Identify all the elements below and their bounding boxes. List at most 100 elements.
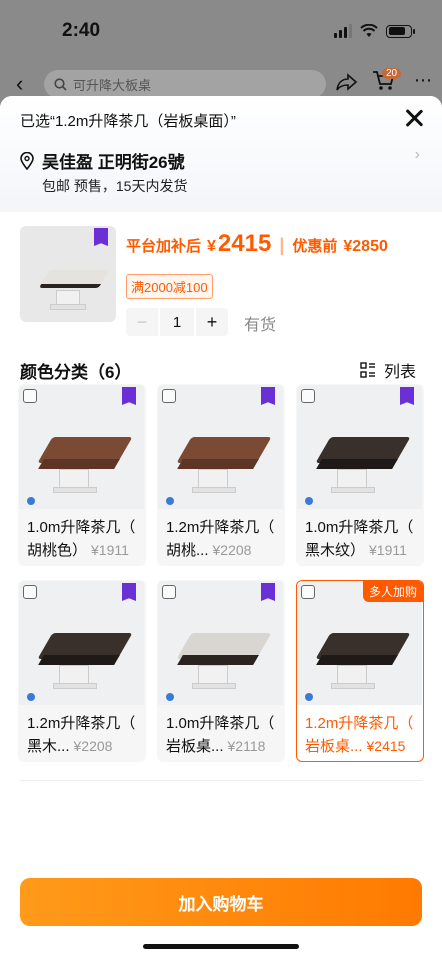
option-name-line2: 胡桃色） ¥1911 <box>27 539 129 560</box>
brand-logo-icon <box>305 693 313 701</box>
brand-badge-icon <box>122 387 136 405</box>
table-edge-shape <box>177 459 259 469</box>
brand-logo-icon <box>27 497 35 505</box>
option-name-line2: 岩板桌... ¥2415 <box>305 735 405 756</box>
zoom-icon[interactable] <box>162 585 176 599</box>
product-thumbnail[interactable] <box>20 226 116 322</box>
options-title: 颜色分类（6） <box>20 363 132 382</box>
price-value: 2415 <box>217 230 272 257</box>
option-card[interactable]: 1.0m升降茶几（ 黑木纹） ¥1911 <box>296 384 424 566</box>
table-foot-shape <box>192 487 236 493</box>
option-image <box>297 385 422 509</box>
battery-icon <box>386 24 415 38</box>
address-row[interactable]: 吴佳盈 正明街26號 <box>20 148 185 173</box>
table-edge-shape <box>316 459 398 469</box>
divider <box>20 780 422 781</box>
table-edge-shape <box>177 655 259 665</box>
list-view-toggle[interactable]: 列表 <box>360 358 416 382</box>
option-price: ¥2118 <box>227 738 266 754</box>
option-price: ¥1911 <box>369 542 407 558</box>
option-name-line2: 黑木纹） ¥1911 <box>305 539 407 560</box>
option-name: 1.0m升降茶几（ <box>166 715 275 732</box>
share-icon <box>336 73 358 91</box>
option-image <box>158 581 283 705</box>
option-card[interactable]: 1.0m升降茶几（ 岩板桌... ¥2118 <box>157 580 285 762</box>
search-icon <box>54 77 67 91</box>
table-top-shape <box>38 270 110 288</box>
brand-badge-icon <box>94 228 108 246</box>
increase-button[interactable]: + <box>196 308 228 336</box>
table-base-shape <box>59 469 89 489</box>
table-foot-shape <box>192 683 236 689</box>
option-variant: 黑木... <box>27 738 70 755</box>
promo-tag: 满2000减100 <box>126 274 213 299</box>
list-label: 列表 <box>383 364 416 381</box>
option-image <box>19 581 144 705</box>
option-card[interactable]: 1.0m升降茶几（ 胡桃色） ¥1911 <box>18 384 146 566</box>
address-text: 吴佳盈 正明街26號 <box>42 153 185 172</box>
list-icon <box>360 362 375 378</box>
background-search-bar: 可升降大板桌 <box>44 70 326 98</box>
option-card-selected[interactable]: 多人加购 1.2m升降茶几（ 岩板桌... ¥2415 <box>296 580 424 762</box>
option-price: ¥2208 <box>73 738 113 754</box>
brand-badge-icon <box>122 583 136 601</box>
location-pin-icon <box>20 151 34 170</box>
brand-badge-icon <box>261 387 275 405</box>
option-name: 1.0m升降茶几（ <box>27 519 136 536</box>
search-placeholder: 可升降大板桌 <box>73 77 152 93</box>
decrease-button[interactable]: − <box>126 308 158 336</box>
brand-logo-icon <box>166 693 174 701</box>
option-name-line2: 胡桃... ¥2208 <box>166 539 251 560</box>
original-price-value: ¥2850 <box>343 238 388 255</box>
option-name: 1.2m升降茶几（ <box>305 715 414 732</box>
zoom-icon[interactable] <box>23 585 37 599</box>
chevron-right-icon[interactable]: › <box>415 146 420 164</box>
brand-badge-icon <box>261 583 275 601</box>
option-name-line2: 黑木... ¥2208 <box>27 735 112 756</box>
table-base-shape <box>198 665 228 685</box>
back-arrow-icon: ‹ <box>16 71 24 96</box>
table-base-shape <box>198 469 228 489</box>
status-bar: 2:40 <box>0 0 442 62</box>
brand-logo-icon <box>305 497 313 505</box>
wifi-icon <box>360 24 378 37</box>
option-card[interactable]: 1.2m升降茶几（ 胡桃... ¥2208 <box>157 384 285 566</box>
zoom-icon[interactable] <box>301 389 315 403</box>
brand-badge-icon <box>400 387 414 405</box>
popular-tag: 多人加购 <box>362 581 423 602</box>
table-edge-shape <box>38 459 120 469</box>
option-price: ¥2208 <box>212 542 252 558</box>
zoom-icon[interactable] <box>23 389 37 403</box>
quantity-field[interactable]: 1 <box>158 308 196 336</box>
table-foot-shape <box>53 683 97 689</box>
stock-status: 有货 <box>244 317 277 334</box>
option-image <box>158 385 283 509</box>
option-price: ¥2415 <box>366 738 406 754</box>
option-name-line2: 岩板桌... ¥2118 <box>166 735 265 756</box>
close-icon[interactable] <box>402 106 426 130</box>
sku-selector-sheet: 已选“1.2m升降茶几（岩板桌面）” 吴佳盈 正明街26號 › 包邮 预售，15… <box>0 96 442 960</box>
table-foot-shape <box>331 683 375 689</box>
option-image <box>19 385 144 509</box>
more-icon: ⋯ <box>414 70 432 90</box>
zoom-icon[interactable] <box>162 389 176 403</box>
table-foot-shape <box>50 304 86 310</box>
zoom-icon[interactable] <box>301 585 315 599</box>
table-edge-shape <box>38 655 120 665</box>
brand-logo-icon <box>27 693 35 701</box>
price-currency: ¥ <box>207 238 216 255</box>
original-price-label: 优惠前 <box>292 238 338 255</box>
add-to-cart-button[interactable]: 加入购物车 <box>20 878 422 926</box>
selected-summary: 已选“1.2m升降茶几（岩板桌面）” <box>20 113 236 130</box>
option-grid: 1.0m升降茶几（ 胡桃色） ¥1911 1.2m升降茶几（ 胡桃... ¥22… <box>18 384 424 762</box>
selected-product-row: 平台加补后 ¥ 2415 | 优惠前 ¥2850 满2000减100 − 1 +… <box>0 212 442 340</box>
option-name: 1.0m升降茶几（ <box>305 519 414 536</box>
shipping-info: 包邮 预售，15天内发货 <box>42 178 188 194</box>
option-variant: 黑木纹） <box>305 542 366 559</box>
option-card[interactable]: 1.2m升降茶几（ 黑木... ¥2208 <box>18 580 146 762</box>
home-indicator <box>143 944 299 949</box>
option-variant: 胡桃色） <box>27 542 88 559</box>
price-line: 平台加补后 ¥ 2415 | 优惠前 ¥2850 <box>126 230 388 258</box>
option-variant: 胡桃... <box>166 542 209 559</box>
brand-logo-icon <box>166 497 174 505</box>
